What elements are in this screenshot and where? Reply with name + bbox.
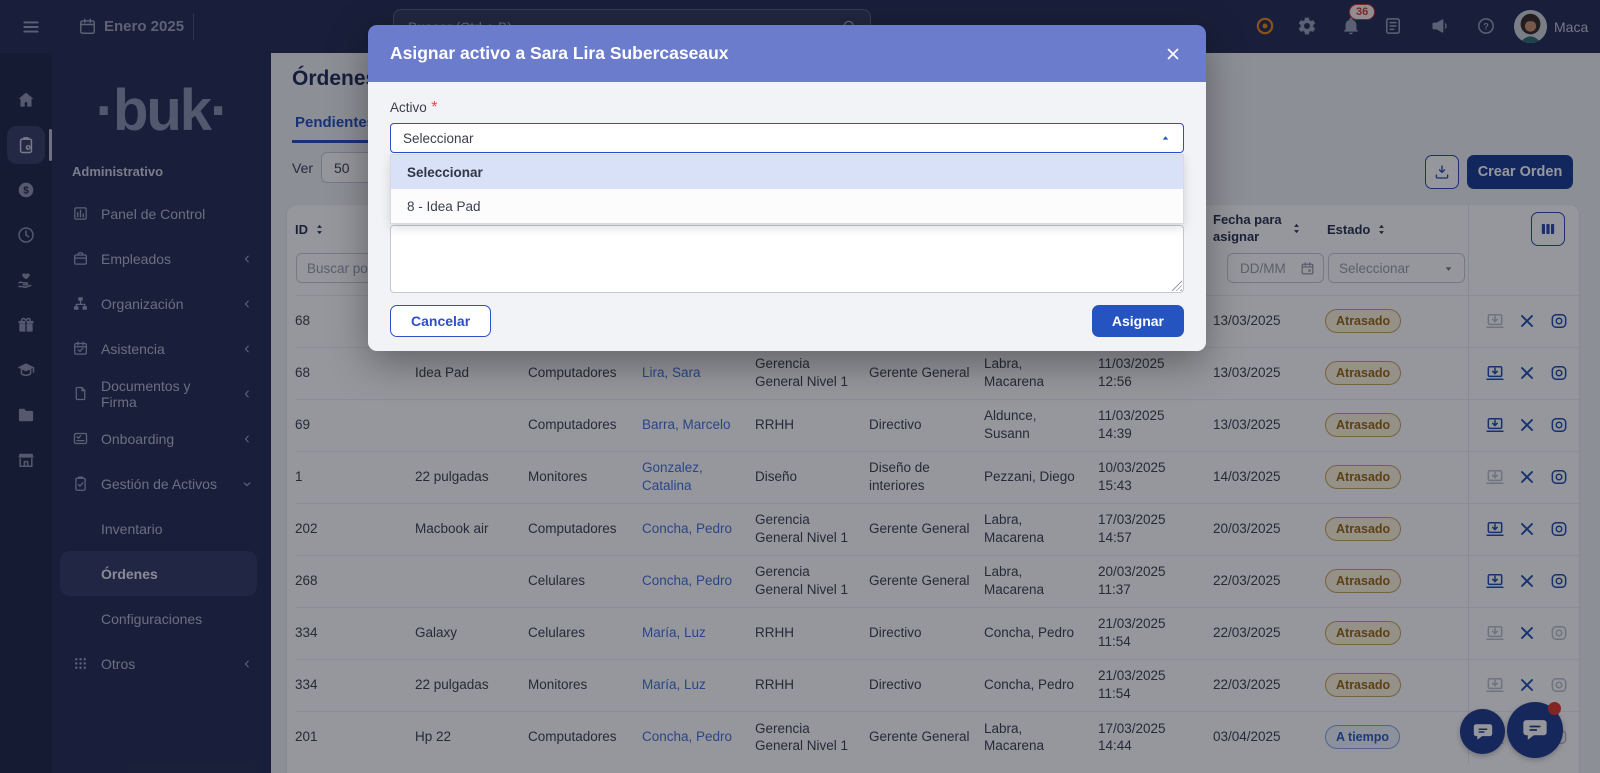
comment-area-wrap [390,225,1184,293]
asset-select-value: Seleccionar [403,131,474,146]
caret-up-icon [1160,133,1171,144]
asset-dropdown: Seleccionar 8 - Idea Pad [390,154,1184,224]
required-asterisk: * [431,99,437,116]
close-icon[interactable] [1162,43,1184,65]
modal-footer: Cancelar Asignar [390,305,1184,337]
modal-header: Asignar activo a Sara Lira Subercaseaux [368,25,1206,82]
asset-select-wrap: Seleccionar Seleccionar 8 - Idea Pad [390,123,1184,153]
asset-select[interactable]: Seleccionar [390,123,1184,153]
modal-title: Asignar activo a Sara Lira Subercaseaux [390,43,729,64]
modal-body: Activo * Seleccionar Seleccionar 8 - Ide… [368,82,1206,351]
dropdown-option-idea-pad[interactable]: 8 - Idea Pad [391,189,1183,223]
app-root: Enero 2025 36 ? Maca $ ·buk· Administrat… [0,0,1600,773]
cancel-button[interactable]: Cancelar [390,305,491,337]
asset-field-label: Activo [390,100,427,115]
assign-asset-modal: Asignar activo a Sara Lira Subercaseaux … [368,25,1206,351]
comment-textarea[interactable] [390,225,1184,293]
assign-button[interactable]: Asignar [1092,305,1184,337]
dropdown-option-seleccionar[interactable]: Seleccionar [391,155,1183,189]
